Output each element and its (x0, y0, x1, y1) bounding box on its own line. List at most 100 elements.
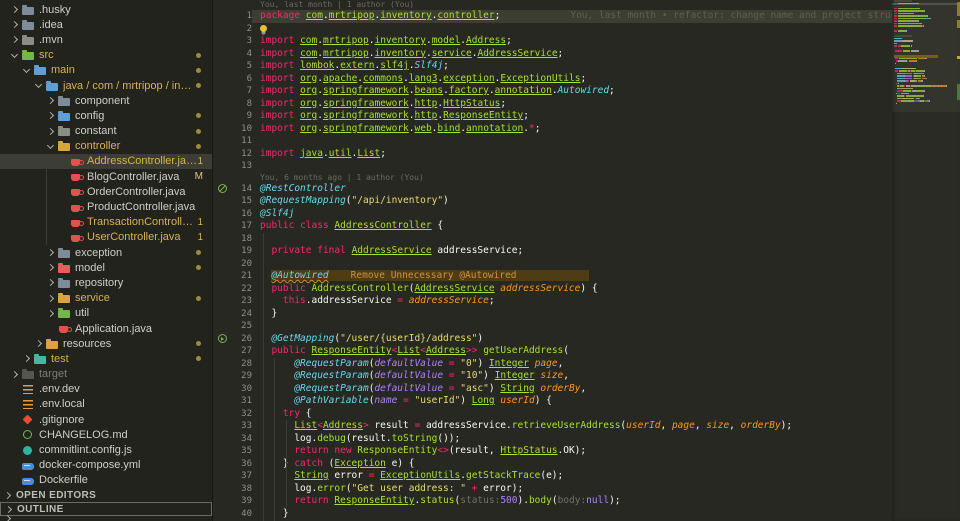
code-line[interactable]: 31 @PathVariable(name = "userId") Long u… (214, 395, 960, 408)
blame-lens[interactable]: You, last month | 1 author (You) (214, 0, 960, 10)
code-editor[interactable]: You, last month | 1 author (You) 1 package… (214, 0, 960, 521)
chevron-right-icon (10, 6, 19, 14)
tree-item[interactable]: src (0, 48, 212, 63)
tree-item[interactable]: ProductController.java (0, 199, 212, 214)
code-line[interactable]: 29 @RequestParam(defaultValue = "10") In… (214, 370, 960, 383)
tree-item-label: TransactionController.java (87, 216, 197, 229)
code-line[interactable]: 26 @GetMapping("/user/{userId}/address") (214, 333, 960, 346)
tree-item-label: .gitignore (39, 413, 85, 426)
tree-item-label: exception (75, 246, 123, 259)
code-line[interactable]: 34 log.debug(result.toString()); (214, 433, 960, 446)
tree-item[interactable]: main (0, 63, 212, 78)
code-line[interactable]: 10 import org.springframework.web.bind.an… (214, 123, 960, 136)
code-line[interactable]: 3 import com.mrtripop.inventory.model.Add… (214, 35, 960, 48)
code-line[interactable]: 13 (214, 160, 960, 173)
code-line[interactable]: 30 @RequestParam(defaultValue = "asc") S… (214, 383, 960, 396)
no-entry-gutter-icon[interactable] (217, 184, 227, 194)
code-line[interactable]: 22 public AddressController(AddressServi… (214, 283, 960, 296)
code-line[interactable]: 4 import com.mrtripop.inventory.service.A… (214, 48, 960, 61)
tree-item[interactable]: resources (0, 336, 212, 351)
tree-item-label: .env.local (39, 398, 85, 411)
code-line[interactable]: 14 @RestController (214, 183, 960, 196)
code-line[interactable]: 27 public ResponseEntity<List<Address>> … (214, 345, 960, 358)
tree-item[interactable]: .env.dev (0, 382, 212, 397)
outline-section[interactable]: OUTLINE (0, 502, 212, 516)
tree-item-label: util (75, 307, 90, 320)
code-line[interactable]: 39 return ResponseEntity.status(status:5… (214, 495, 960, 508)
tree-item[interactable]: java / com / mrtripop / inventory (0, 78, 212, 93)
open-editors-section[interactable]: OPEN EDITORS (0, 488, 212, 502)
code-line[interactable]: 37 String error = ExceptionUtils.getStac… (214, 470, 960, 483)
code-line[interactable]: 15 @RequestMapping("/api/inventory") (214, 195, 960, 208)
tree-item[interactable]: component (0, 93, 212, 108)
code-line[interactable]: 21 @Autowired Remove Unnecessary @Autowir… (214, 270, 960, 283)
folder-icon (21, 368, 34, 381)
tree-item[interactable]: util (0, 306, 212, 321)
blame-lens[interactable]: You, 6 months ago | 1 author (You) (214, 173, 960, 183)
env-settings-icon (21, 383, 34, 396)
minimap[interactable] (892, 0, 960, 521)
tree-item[interactable]: TransactionController.java1 (0, 215, 212, 230)
tree-item[interactable]: .env.local (0, 397, 212, 412)
next-section-stub[interactable] (0, 514, 212, 521)
code-line[interactable]: 18 (214, 233, 960, 246)
line-number: 14 (241, 183, 252, 194)
tree-item[interactable]: docker-compose.yml (0, 458, 212, 473)
code-line[interactable]: 12 import java.util.List; (214, 148, 960, 161)
code-line[interactable]: 36 } catch (Exception e) { (214, 458, 960, 471)
tree-item[interactable]: Dockerfile (0, 473, 212, 488)
code-line[interactable]: 38 log.error("Get user address: " + erro… (214, 483, 960, 496)
tree-item[interactable]: model (0, 260, 212, 275)
code-line[interactable]: 11 (214, 135, 960, 148)
tree-item[interactable]: constant (0, 124, 212, 139)
tree-item[interactable]: BlogController.java M (0, 169, 212, 184)
code-line[interactable]: 5 import lombok.extern.slf4j.Slf4j; (214, 60, 960, 73)
code-area[interactable]: You, last month | 1 author (You) 1 package… (214, 0, 960, 521)
tree-item-label: resources (63, 337, 112, 350)
modified-dot-badge (196, 341, 201, 347)
tree-item[interactable]: commitlint.config.js (0, 442, 212, 457)
code-line[interactable]: 7 import org.springframework.beans.factor… (214, 85, 960, 98)
line-number: 3 (246, 36, 252, 46)
line-number: 22 (241, 283, 252, 294)
code-line[interactable]: 23 this.addressService = addressService; (214, 295, 960, 308)
quickfix-hint[interactable]: Remove Unnecessary @Autowired (351, 270, 517, 281)
code-line[interactable]: 35 return new ResponseEntity<>(result, H… (214, 445, 960, 458)
tree-item[interactable]: CHANGELOG.md (0, 427, 212, 442)
code-line[interactable]: 33 List<Address> result = addressService… (214, 420, 960, 433)
tree-item[interactable]: OrderController.java (0, 184, 212, 199)
tree-item[interactable]: test (0, 351, 212, 366)
code-line[interactable]: 19 private final AddressService addressS… (214, 245, 960, 258)
run-endpoint-gutter-icon[interactable] (217, 334, 227, 344)
code-line[interactable]: 25 (214, 320, 960, 333)
git-status-badge: 1 (197, 231, 203, 243)
code-line[interactable]: 9 import org.springframework.http.Respons… (214, 110, 960, 123)
tree-item[interactable]: exception (0, 245, 212, 260)
folder-icon (57, 292, 70, 305)
tree-item[interactable]: service (0, 291, 212, 306)
code-line[interactable]: 16 @Slf4j (214, 208, 960, 221)
code-line[interactable]: 6 import org.apache.commons.lang3.excepti… (214, 73, 960, 86)
tree-item[interactable]: Application.java (0, 321, 212, 336)
code-line[interactable]: 24 } (214, 308, 960, 321)
tree-item[interactable]: .mvn (0, 32, 212, 47)
code-line[interactable]: 20 (214, 258, 960, 271)
chevron-down-icon (10, 50, 19, 58)
tree-item[interactable]: target (0, 367, 212, 382)
tree-item[interactable]: .gitignore (0, 412, 212, 427)
code-line[interactable]: 2 (214, 23, 960, 36)
tree-item[interactable]: config (0, 108, 212, 123)
tree-item[interactable]: repository (0, 275, 212, 290)
code-line[interactable]: 32 try { (214, 408, 960, 421)
code-line[interactable]: 8 import org.springframework.http.HttpSta… (214, 98, 960, 111)
tree-item[interactable]: .husky (0, 2, 212, 17)
code-line[interactable]: 1 package com.mrtripop.inventory.controll… (214, 10, 960, 23)
lightbulb-icon[interactable] (260, 24, 267, 32)
tree-item[interactable]: UserController.java 1 (0, 230, 212, 245)
tree-item[interactable]: controller (0, 139, 212, 154)
code-line[interactable]: 17 public class AddressController { (214, 220, 960, 233)
code-line[interactable]: 28 @RequestParam(defaultValue = "0") Int… (214, 358, 960, 371)
tree-item[interactable]: .idea (0, 17, 212, 32)
code-line[interactable]: 40 } (214, 508, 960, 521)
tree-item[interactable]: AddressController.java 1 (0, 153, 212, 170)
